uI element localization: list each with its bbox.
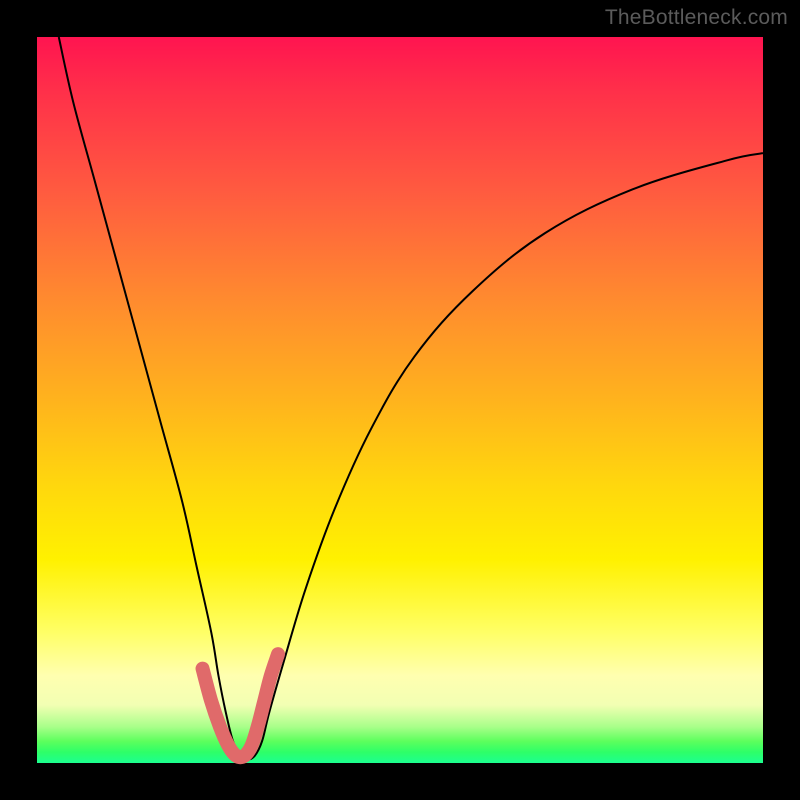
chart-frame: TheBottleneck.com <box>0 0 800 800</box>
bottleneck-curve <box>59 37 763 759</box>
plot-area <box>37 37 763 763</box>
curve-layer <box>37 37 763 763</box>
watermark-text: TheBottleneck.com <box>605 6 788 30</box>
highlight-segment <box>203 654 279 757</box>
